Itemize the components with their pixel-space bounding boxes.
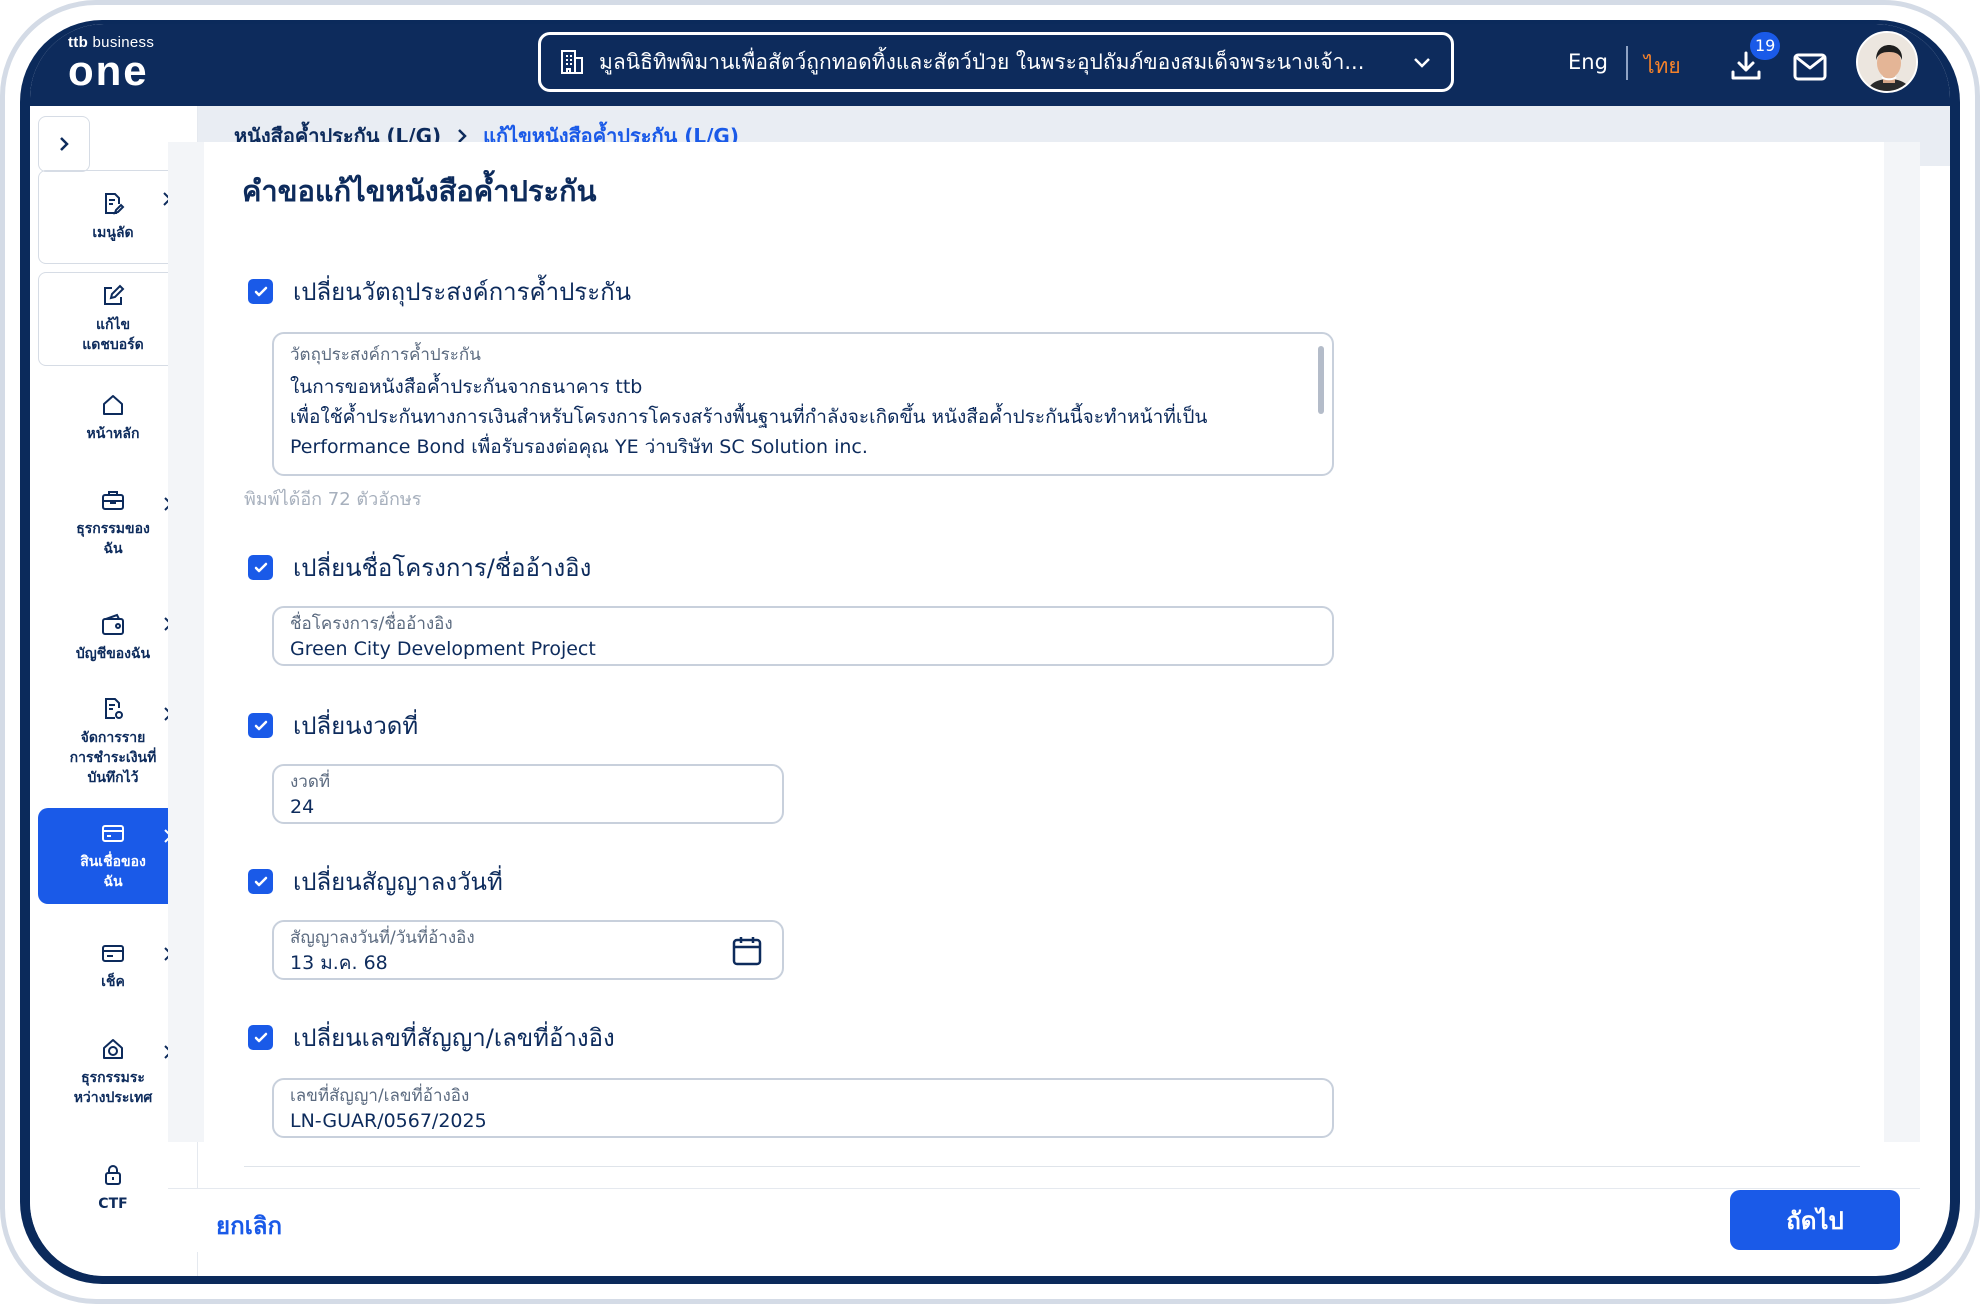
installment-field-value: 24 [290,796,315,818]
purpose-checkbox-row[interactable]: เปลี่ยนวัตถุประสงค์การค้ำประกัน [248,272,631,311]
purpose-line-2: เพื่อใช้ค้ำประกันทางการเงินสำหรับโครงการ… [290,406,1208,428]
contract-date-field-value: 13 ม.ค. 68 [290,952,388,974]
chevron-right-icon [458,129,467,143]
sidebar-item-label: เมนูลัด [92,225,134,241]
sidebar-item-label: ธุรกรรมของ ฉัน [76,521,150,557]
installment-checkbox-label: เปลี่ยนงวดที่ [293,712,419,740]
organization-selector[interactable]: มูลนิธิทิพพิมานเพื่อสัตว์ถูกทอดทิ้งและสั… [538,32,1454,92]
sidebar-item-my-accounts[interactable]: บัญชีของฉัน [38,596,188,680]
sidebar-item-saved-payments[interactable]: จัดการราย การชำระเงินที่ บันทึกไว้ [38,686,188,798]
check-icon [254,876,267,886]
footer-action-bar [168,1188,1920,1252]
sidebar-item-label: แก้ไข แดชบอร์ด [82,317,144,353]
sidebar-item-label: หน้าหลัก [86,426,140,442]
project-checkbox-label: เปลี่ยนชื่อโครงการ/ชื่ออ้างอิง [293,554,592,582]
purpose-line-3: Performance Bond เพื่อรับรองต่อคุณ YE ว่… [290,436,868,458]
installment-checkbox[interactable] [248,713,273,738]
document-edit-icon [105,193,125,215]
globe-home-icon [103,1039,123,1059]
project-name-field[interactable]: ชื่อโครงการ/ชื่ออ้างอิง Green City Devel… [272,606,1334,666]
building-icon [561,50,583,74]
sidebar-item-label: ธุรกรรมระ หว่างประเทศ [73,1070,153,1106]
contract-date-checkbox[interactable] [248,869,273,894]
section-divider [244,1166,1860,1167]
wallet-icon [102,613,124,635]
chevron-right-icon [60,137,69,151]
organization-name: มูลนิธิทิพพิมานเพื่อสัตว์ถูกทอดทิ้งและสั… [599,49,1365,74]
language-divider [1626,46,1628,80]
project-checkbox-row[interactable]: เปลี่ยนชื่อโครงการ/ชื่ออ้างอิง [248,548,591,587]
check-icon [254,286,267,296]
sidebar-item-label: จัดการราย การชำระเงินที่ บันทึกไว้ [69,730,157,786]
contract-no-checkbox-label: เปลี่ยนเลขที่สัญญา/เลขที่อ้างอิง [293,1024,615,1052]
language-thai[interactable]: ไทย [1644,50,1681,83]
contract-number-field[interactable]: เลขที่สัญญา/เลขที่อ้างอิง LN-GUAR/0567/2… [272,1078,1334,1138]
purpose-checkbox-label: เปลี่ยนวัตถุประสงค์การค้ำประกัน [293,278,632,306]
briefcase-icon [102,491,124,510]
sidebar-item-label: เช็ค [101,974,125,990]
purpose-textarea[interactable]: วัตถุประสงค์การค้ำประกัน ในการขอหนังสือค… [272,332,1334,476]
user-avatar[interactable] [1856,31,1918,93]
installment-field[interactable]: งวดที่ 24 [272,764,784,824]
contract-no-field-label: เลขที่สัญญา/เลขที่อ้างอิง [290,1086,470,1106]
installment-field-label: งวดที่ [290,772,331,792]
top-navigation-bar: ttb business one มูลนิธิทิพพิมานเพื่อสัต… [30,24,1950,106]
contract-date-field-label: สัญญาลงวันที่/วันที่อ้างอิง [290,928,475,948]
contract-no-checkbox-row[interactable]: เปลี่ยนเลขที่สัญญา/เลขที่อ้างอิง [248,1018,615,1057]
contract-date-checkbox-row[interactable]: เปลี่ยนสัญญาลงวันที่ [248,862,503,901]
contract-date-field[interactable]: สัญญาลงวันที่/วันที่อ้างอิง 13 ม.ค. 68 [272,920,784,980]
document-settings-icon [105,698,123,719]
check-icon [254,720,267,730]
project-field-label: ชื่อโครงการ/ชื่ออ้างอิง [290,614,453,634]
cheque-icon [102,945,124,962]
home-icon [103,395,123,415]
language-english[interactable]: Eng [1568,50,1608,74]
sidebar-item-my-transactions[interactable]: ธุรกรรมของ ฉัน [38,476,188,570]
sidebar-item-my-loans[interactable]: สินเชื่อของ ฉัน [38,808,188,904]
brand-logo[interactable]: ttb business one [68,34,154,94]
sidebar-item-label: บัญชีของฉัน [75,646,151,662]
sidebar-item-shortcut-menu[interactable]: เมนูลัด [38,170,188,264]
purpose-checkbox[interactable] [248,279,273,304]
contract-no-checkbox[interactable] [248,1025,273,1050]
sidebar-item-international[interactable]: ธุรกรรมระ หว่างประเทศ [38,1024,188,1120]
sidebar-item-edit-dashboard[interactable]: แก้ไข แดชบอร์ด [38,272,188,366]
sidebar-item-home[interactable]: หน้าหลัก [38,378,188,458]
sidebar-item-label: CTF [98,1196,128,1212]
chevron-down-icon [1414,58,1430,68]
cancel-button[interactable]: ยกเลิก [216,1206,282,1245]
avatar-photo [1858,33,1916,91]
textarea-scrollbar[interactable] [1318,346,1324,414]
project-checkbox[interactable] [248,555,273,580]
page-title: คำขอแก้ไขหนังสือค้ำประกัน [242,174,597,208]
purpose-field-value: ในการขอหนังสือค้ำประกันจากธนาคาร ttb เพื… [290,372,1316,462]
mail-icon[interactable] [1792,52,1828,82]
sidebar-item-label: สินเชื่อของ ฉัน [80,854,146,890]
installment-checkbox-row[interactable]: เปลี่ยนงวดที่ [248,706,418,745]
sidebar-item-ctf[interactable]: CTF [38,1148,188,1228]
download-count-badge: 19 [1750,32,1781,60]
contract-no-field-value: LN-GUAR/0567/2025 [290,1110,487,1132]
contract-date-checkbox-label: เปลี่ยนสัญญาลงวันที่ [293,868,503,896]
character-counter: พิมพ์ได้อีก 72 ตัวอักษร [244,489,422,510]
check-icon [254,1032,267,1042]
lock-icon [105,1165,121,1185]
calendar-icon[interactable] [730,934,764,968]
sidebar-item-cheque[interactable]: เช็ค [38,926,188,1006]
brand-logo-one: one [68,47,149,94]
project-field-value: Green City Development Project [290,638,596,660]
purpose-field-label: วัตถุประสงค์การค้ำประกัน [290,345,481,365]
purpose-line-1: ในการขอหนังสือค้ำประกันจากธนาคาร ttb [290,376,643,398]
edit-icon [104,284,125,305]
sidebar-expand-button[interactable] [38,116,90,172]
check-icon [254,562,267,572]
credit-card-icon [102,825,124,842]
next-button[interactable]: ถัดไป [1730,1190,1900,1250]
